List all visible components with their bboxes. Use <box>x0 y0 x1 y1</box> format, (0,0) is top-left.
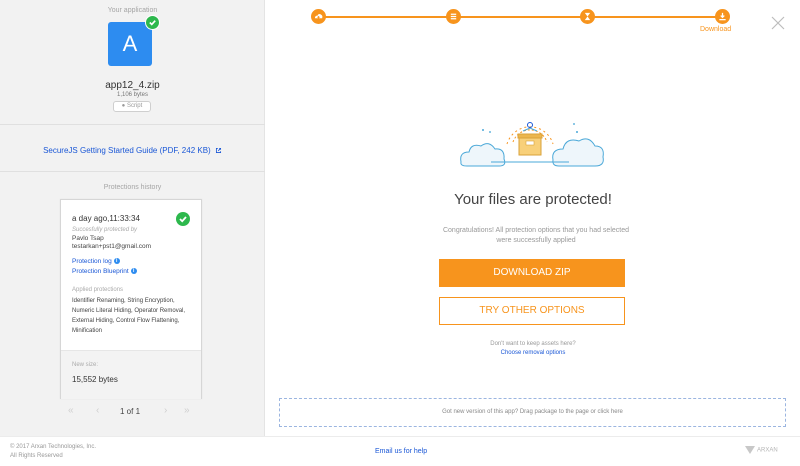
email-help-link[interactable]: Email us for help <box>375 448 427 455</box>
arxan-logo-icon <box>745 446 755 454</box>
next-page-button[interactable]: › <box>164 406 167 416</box>
list-icon <box>450 13 457 20</box>
upload-drop-zone[interactable]: Got new version of this app? Drag packag… <box>279 398 786 427</box>
step-upload <box>311 9 326 24</box>
divider <box>0 124 265 125</box>
script-badge: ● Script <box>113 101 151 112</box>
applied-protections-label: Applied protections <box>72 287 124 293</box>
first-page-button[interactable]: « <box>68 406 74 416</box>
hourglass-icon <box>584 12 591 21</box>
app-name: app12_4.zip <box>105 80 160 91</box>
protection-log-label[interactable]: Protection log <box>72 258 112 265</box>
try-other-options-button[interactable]: TRY OTHER OPTIONS <box>439 297 625 325</box>
page-title: Your files are protected! <box>454 191 612 208</box>
protected-box-illustration <box>460 122 604 167</box>
app-section-title: Your application <box>107 7 158 14</box>
step-label-download: Download <box>700 26 732 33</box>
step-processing <box>580 9 595 24</box>
copyright-line-2: All Rights Reserved <box>10 453 63 459</box>
success-message: Congratulations! All protection options … <box>442 227 629 244</box>
divider <box>0 171 265 172</box>
new-size-section: New size: 15,552 bytes <box>61 350 201 399</box>
user-name: Pavlo Tsap <box>72 235 104 242</box>
app-size: 1,106 bytes <box>116 92 149 98</box>
protection-log-link[interactable]: Protection log i <box>72 258 120 265</box>
copyright: © 2017 Arxan Technologies, Inc. All Righ… <box>10 443 96 461</box>
protection-blueprint-label[interactable]: Protection Blueprint <box>72 268 129 275</box>
app-icon: A <box>108 22 152 66</box>
download-zip-button[interactable]: DOWNLOAD ZIP <box>439 259 625 287</box>
protected-by-label: Succesfully protected by <box>72 227 138 233</box>
prev-page-button[interactable]: ‹ <box>96 406 99 416</box>
sidebar: Your application A app12_4.zip 1,106 byt… <box>0 0 265 436</box>
keep-assets-question: Don't want to keep assets here? <box>490 341 576 347</box>
new-size-value: 15,552 bytes <box>72 375 118 384</box>
last-page-button[interactable]: » <box>184 406 190 416</box>
brand-logo: ARXAN <box>745 446 778 454</box>
applied-protections-list: Identifier Renaming, String Encryption, … <box>72 298 186 334</box>
steps-progress-line <box>318 16 722 18</box>
copyright-line-1: © 2017 Arxan Technologies, Inc. <box>10 444 97 450</box>
upload-icon <box>314 13 323 20</box>
protection-blueprint-link[interactable]: Protection Blueprint i <box>72 268 137 275</box>
history-card: a day ago,11:33:34 Succesfully protected… <box>60 199 202 399</box>
page-indicator: 1 of 1 <box>120 407 141 416</box>
success-check-icon <box>176 212 190 226</box>
info-icon: i <box>130 268 137 275</box>
script-badge-label: Script <box>126 103 143 109</box>
removal-options-link[interactable]: Choose removal options <box>266 350 800 356</box>
info-icon: i <box>113 258 120 265</box>
guide-link[interactable]: SecureJS Getting Started Guide (PDF, 242… <box>0 146 265 155</box>
user-email: testarkan+pst1@gmail.com <box>72 243 152 250</box>
external-link-icon <box>215 148 221 154</box>
history-date: a day ago,11:33:34 <box>72 214 140 223</box>
history-title: Protections history <box>103 184 162 191</box>
brand-name: ARXAN <box>757 447 778 454</box>
step-options <box>446 9 461 24</box>
app-protected-check-icon <box>145 15 160 30</box>
download-icon <box>719 12 726 21</box>
new-size-label: New size: <box>72 362 99 368</box>
footer: © 2017 Arxan Technologies, Inc. All Righ… <box>0 436 800 466</box>
guide-link-label[interactable]: SecureJS Getting Started Guide (PDF, 242… <box>43 146 211 155</box>
step-download <box>715 9 730 24</box>
close-icon[interactable] <box>770 15 786 31</box>
